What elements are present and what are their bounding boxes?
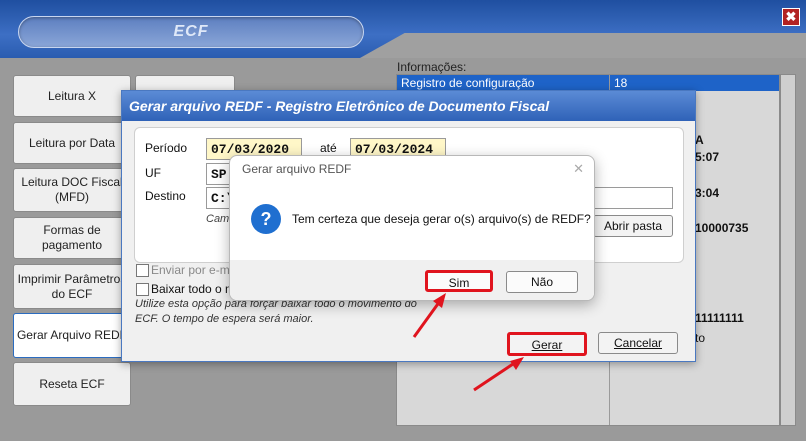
confirm-dialog-footer: Sim Não (230, 260, 594, 300)
sidebar-item-formas-pagamento[interactable]: Formas de pagamento (13, 217, 131, 259)
sidebar-item-label: Leitura DOC Fiscal (MFD) (21, 175, 123, 204)
window-title: ECF (173, 23, 209, 40)
info-selected-row[interactable]: Registro de configuração 18 (397, 75, 779, 91)
enviar-email-checkbox[interactable] (136, 264, 149, 277)
info-label: Informações: (397, 60, 467, 74)
cancelar-button[interactable]: Cancelar (598, 332, 678, 354)
info-value: A (695, 133, 704, 147)
confirm-dialog-title: Gerar arquivo REDF (242, 162, 352, 176)
info-value: 10000735 (695, 221, 749, 235)
sidebar-item-label: Reseta ECF (39, 376, 105, 391)
baixar-todo-label: Baixar todo o m (151, 282, 236, 296)
sidebar-item-gerar-arquivo-redf[interactable]: Gerar Arquivo REDF (13, 313, 131, 358)
ecf-title-bar: ECF ✖ (0, 0, 806, 58)
close-icon[interactable]: ✕ (573, 161, 584, 177)
baixar-todo-checkbox[interactable] (136, 283, 149, 296)
info-value: 11111111 (695, 311, 744, 325)
info-value: 5:07 (695, 150, 720, 164)
sidebar-item-leitura-x[interactable]: Leitura X (13, 75, 131, 117)
sidebar-item-reseta-ecf[interactable]: Reseta ECF (13, 362, 131, 406)
title-bar-decoration (360, 33, 806, 58)
sidebar-item-label: Leitura X (47, 88, 97, 103)
ecf-title-pill: ECF (18, 16, 364, 48)
uf-label: UF (145, 166, 161, 180)
baixar-todo-note: Utilize esta opção para forçar baixar to… (135, 298, 417, 325)
periodo-label: Período (145, 141, 188, 155)
confirm-message: Tem certeza que deseja gerar o(s) arquiv… (292, 212, 591, 226)
gerar-button[interactable]: Gerar (507, 332, 587, 356)
confirm-dialog: Gerar arquivo REDF ✕ ? Tem certeza que d… (229, 155, 595, 301)
sidebar-item-imprimir-parametros[interactable]: Imprimir Parâmetros do ECF (13, 264, 131, 309)
close-icon[interactable]: ✖ (782, 8, 800, 26)
ate-label: até (320, 141, 337, 155)
info-scrollbar[interactable] (780, 74, 796, 426)
sidebar-item-label: Imprimir Parâmetros do ECF (17, 271, 127, 301)
abrir-pasta-button[interactable]: Abrir pasta (593, 215, 673, 237)
sidebar-item-label: Formas de pagamento (41, 223, 103, 252)
info-row-value: 18 (614, 76, 628, 90)
redf-dialog-title: Gerar arquivo REDF - Registro Eletrônico… (122, 91, 695, 121)
info-value: to (695, 331, 706, 345)
destino-label: Destino (145, 189, 186, 203)
nao-button[interactable]: Não (506, 271, 578, 293)
info-value: 3:04 (695, 186, 720, 200)
confirm-dialog-body: ? Tem certeza que deseja gerar o(s) arqu… (230, 182, 594, 260)
question-icon: ? (251, 204, 281, 234)
sim-button[interactable]: Sim (425, 270, 493, 292)
sidebar-item-leitura-por-data[interactable]: Leitura por Data (13, 122, 131, 164)
sidebar-item-label: Leitura por Data (28, 135, 116, 150)
sidebar-item-label: Gerar Arquivo REDF (16, 328, 128, 342)
info-row-name: Registro de configuração (401, 76, 535, 90)
sidebar-item-leitura-doc-fiscal[interactable]: Leitura DOC Fiscal (MFD) (13, 168, 131, 212)
enviar-email-label: Enviar por e-m (151, 263, 230, 277)
destino-hint: Cam (206, 213, 230, 225)
